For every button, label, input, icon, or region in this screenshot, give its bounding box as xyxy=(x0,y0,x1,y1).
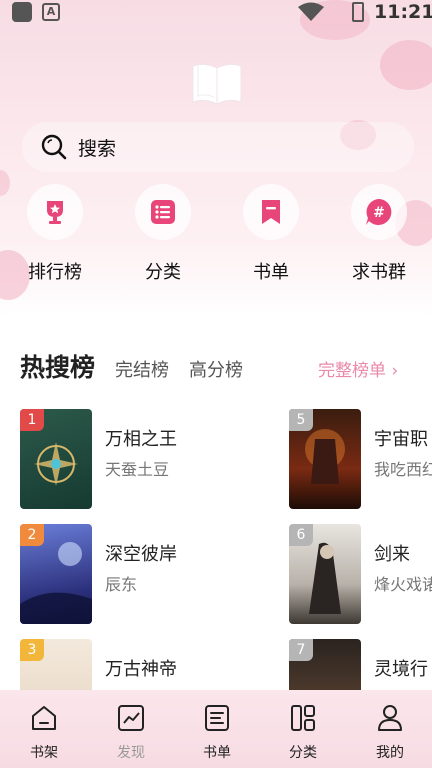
request-group-icon-circle: # xyxy=(351,184,407,240)
list-doc-icon xyxy=(205,705,229,731)
category-icon-circle xyxy=(135,184,191,240)
status-bar: A 11:21 xyxy=(0,0,432,24)
book-title: 灵境行 xyxy=(374,659,428,680)
app-badge-icon: A xyxy=(42,3,60,21)
book-cover: 5 xyxy=(289,409,361,509)
open-book-logo-icon xyxy=(192,63,242,105)
hashtag-chat-icon: # xyxy=(366,199,392,225)
book-item[interactable]: 2 深空彼岸 辰东 xyxy=(20,524,220,624)
quick-nav-label: 求书群 xyxy=(352,262,406,283)
book-author: 烽火戏诸 xyxy=(374,575,432,594)
tab-completed[interactable]: 完结榜 xyxy=(115,356,169,382)
quick-nav-booklist[interactable]: 书单 xyxy=(226,184,316,284)
rank-badge: 3 xyxy=(20,639,44,661)
tab-label: 书架 xyxy=(30,745,58,761)
ranking-tabs: 热搜榜 完结榜 高分榜 xyxy=(20,348,243,384)
notification-icon xyxy=(12,2,32,22)
book-title: 剑来 xyxy=(374,544,410,565)
rank-badge: 7 xyxy=(289,639,313,661)
book-title: 宇宙职 xyxy=(374,429,428,450)
quick-nav: 排行榜 分类 书单 # 求书群 xyxy=(0,184,432,294)
bottom-tab-bar: 书架 发现 书单 分类 我的 xyxy=(0,690,432,768)
battery-icon xyxy=(352,2,364,22)
category-list-icon xyxy=(151,200,175,224)
full-ranking-link[interactable]: 完整榜单 › xyxy=(318,356,398,381)
quick-nav-label: 排行榜 xyxy=(28,262,82,283)
book-item[interactable]: 5 宇宙职 我吃西红 xyxy=(289,409,432,509)
rank-badge: 1 xyxy=(20,409,44,431)
book-title: 万相之王 xyxy=(105,429,177,450)
tab-category[interactable]: 分类 xyxy=(273,704,333,762)
tab-label: 发现 xyxy=(117,745,145,761)
svg-text:#: # xyxy=(373,205,385,221)
bookshelf-icon xyxy=(32,706,56,730)
book-author: 天蚕土豆 xyxy=(105,460,170,479)
rank-badge: 6 xyxy=(289,524,313,546)
trend-chart-icon xyxy=(118,705,144,731)
rank-badge: 2 xyxy=(20,524,44,546)
quick-nav-category[interactable]: 分类 xyxy=(118,184,208,284)
book-cover: 7 xyxy=(289,639,361,691)
wifi-icon xyxy=(298,2,324,21)
tab-hot-search[interactable]: 热搜榜 xyxy=(20,348,95,384)
tab-profile[interactable]: 我的 xyxy=(360,704,420,762)
book-cover: 1 xyxy=(20,409,92,509)
tab-label: 书单 xyxy=(203,745,231,761)
grid-category-icon xyxy=(291,705,315,731)
search-icon xyxy=(41,134,67,160)
ranking-icon-circle xyxy=(27,184,83,240)
tab-booklist[interactable]: 书单 xyxy=(187,704,247,762)
status-time: 11:21 xyxy=(374,1,432,23)
book-cover: 6 xyxy=(289,524,361,624)
tab-bookshelf[interactable]: 书架 xyxy=(14,704,74,762)
book-title: 深空彼岸 xyxy=(105,544,177,565)
search-label: 搜索 xyxy=(78,137,117,160)
quick-nav-label: 分类 xyxy=(145,262,181,283)
book-cover: 2 xyxy=(20,524,92,624)
book-item[interactable]: 3 万古神帝 xyxy=(20,639,220,691)
book-item[interactable]: 1 万相之王 天蚕土豆 xyxy=(20,409,220,509)
rank-badge: 5 xyxy=(289,409,313,431)
booklist-icon-circle xyxy=(243,184,299,240)
book-author: 我吃西红 xyxy=(374,460,432,479)
booklist-bookmark-icon xyxy=(262,200,280,224)
tab-label: 分类 xyxy=(289,745,317,761)
book-author: 辰东 xyxy=(105,575,138,594)
tab-label: 我的 xyxy=(376,745,404,761)
tab-discover[interactable]: 发现 xyxy=(101,704,161,762)
book-item[interactable]: 7 灵境行 xyxy=(289,639,432,691)
blossom-decoration xyxy=(380,40,432,90)
book-cover: 3 xyxy=(20,639,92,691)
quick-nav-ranking[interactable]: 排行榜 xyxy=(10,184,100,284)
book-title: 万古神帝 xyxy=(105,659,177,680)
user-profile-icon xyxy=(378,705,402,731)
tab-high-score[interactable]: 高分榜 xyxy=(189,356,243,382)
search-bar[interactable]: 搜索 xyxy=(22,122,414,172)
quick-nav-request-group[interactable]: # 求书群 xyxy=(334,184,424,284)
book-item[interactable]: 6 剑来 烽火戏诸 xyxy=(289,524,432,624)
quick-nav-label: 书单 xyxy=(253,262,289,283)
trophy-icon xyxy=(47,201,63,224)
